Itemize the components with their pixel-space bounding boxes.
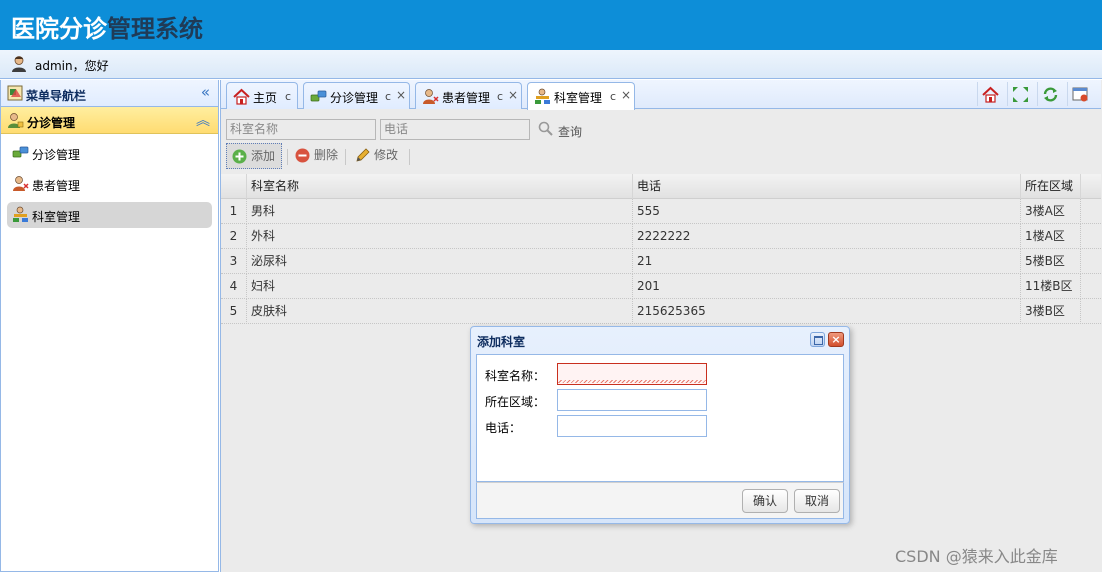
menu-icon	[7, 85, 23, 101]
link-icon	[310, 90, 327, 102]
refresh-icon[interactable]: c	[497, 90, 503, 103]
dialog-title: 添加科室	[477, 335, 526, 349]
delete-button[interactable]: 删除	[290, 143, 342, 169]
tab-bar: 主页 c 分诊管理 c × 患者管理 c × 科室管理 c ×	[221, 80, 1101, 110]
close-icon[interactable]: ×	[621, 88, 631, 102]
sidebar-title: 菜单导航栏	[26, 89, 87, 103]
tab-tools	[977, 82, 1097, 108]
refresh-icon	[1043, 87, 1058, 102]
search-icon	[538, 121, 553, 136]
grid-toolbar: 添加 删除 修改	[226, 143, 1101, 171]
refresh-tool-button[interactable]	[1037, 82, 1061, 106]
cancel-button[interactable]: 取消	[794, 489, 840, 513]
close-icon[interactable]: ×	[396, 88, 406, 102]
fullscreen-tool-button[interactable]	[1007, 82, 1031, 106]
table-row[interactable]: 4 妇科 201 11楼B区	[221, 274, 1101, 299]
user-greeting: admin，您好	[35, 59, 109, 73]
app-title: 医院分诊管理系统	[11, 15, 203, 43]
user-bar: admin，您好	[0, 50, 1102, 79]
user-icon	[12, 56, 26, 72]
department-icon	[535, 88, 550, 104]
delete-icon	[295, 148, 310, 163]
tab-departments[interactable]: 科室管理 c ×	[527, 82, 635, 110]
refresh-icon[interactable]: c	[285, 90, 291, 103]
pencil-icon	[356, 148, 370, 162]
sidebar: 菜单导航栏 « 分诊管理 ︽ 分诊管理 患者管理 科室管理	[0, 80, 219, 572]
tab-patients[interactable]: 患者管理 c ×	[415, 82, 522, 109]
maximize-icon[interactable]	[810, 332, 825, 347]
table-row[interactable]: 1 男科 555 3楼A区	[221, 199, 1101, 224]
field-label: 所在区域：	[485, 395, 546, 409]
app-header: 医院分诊管理系统	[0, 0, 1102, 50]
tab-triage[interactable]: 分诊管理 c ×	[303, 82, 410, 109]
close-icon[interactable]: ×	[508, 88, 518, 102]
settings-tool-button[interactable]	[1067, 82, 1091, 106]
sidebar-header: 菜单导航栏 «	[1, 80, 218, 107]
sidebar-item-patients[interactable]: 患者管理	[7, 171, 212, 197]
window-settings-icon	[1072, 87, 1088, 102]
column-header-name[interactable]: 科室名称	[247, 174, 633, 199]
watermark: CSDN @猿来入此金库	[895, 547, 1058, 566]
sidebar-item-departments[interactable]: 科室管理	[7, 202, 212, 228]
column-header-area[interactable]: 所在区域	[1021, 174, 1081, 199]
confirm-button[interactable]: 确认	[742, 489, 788, 513]
nav-group-label: 分诊管理	[27, 116, 76, 130]
nav-list: 分诊管理 患者管理 科室管理	[1, 134, 218, 239]
home-icon	[233, 88, 250, 105]
refresh-icon[interactable]: c	[385, 90, 391, 103]
nav-group-triage[interactable]: 分诊管理 ︽	[1, 107, 218, 134]
table-row[interactable]: 5 皮肤科 215625365 3楼B区	[221, 299, 1101, 324]
collapse-left-icon[interactable]: «	[201, 83, 210, 101]
department-grid: 科室名称 电话 所在区域 1 男科 555 3楼A区 2 外科 2222222 …	[221, 174, 1101, 324]
tab-home[interactable]: 主页 c	[226, 82, 298, 109]
add-icon	[232, 149, 247, 164]
edit-button[interactable]: 修改	[350, 143, 406, 169]
table-row[interactable]: 3 泌尿科 21 5楼B区	[221, 249, 1101, 274]
sidebar-item-label: 科室管理	[32, 210, 81, 224]
patient-icon	[13, 176, 29, 191]
sidebar-item-triage[interactable]: 分诊管理	[7, 140, 212, 166]
link-icon	[12, 146, 29, 158]
phone-search-input[interactable]: 电话	[380, 119, 530, 140]
add-department-dialog: 添加科室 × 科室名称： 所在区域： 电话： 确认 取消	[470, 326, 850, 524]
dialog-footer: 确认 取消	[476, 482, 844, 519]
refresh-icon[interactable]: c	[610, 90, 616, 103]
field-label: 科室名称：	[485, 369, 546, 383]
close-icon[interactable]: ×	[828, 332, 844, 347]
department-icon	[13, 206, 28, 222]
dialog-form: 科室名称： 所在区域： 电话：	[476, 354, 844, 482]
home-icon	[982, 86, 999, 103]
department-name-search-input[interactable]: 科室名称	[226, 119, 376, 140]
phone-field[interactable]	[557, 415, 707, 437]
sidebar-item-label: 患者管理	[32, 179, 81, 193]
grid-header-row: 科室名称 电话 所在区域	[221, 174, 1101, 199]
home-tool-button[interactable]	[977, 82, 1001, 106]
chevron-up-icon[interactable]: ︽	[196, 110, 210, 130]
add-button[interactable]: 添加	[226, 143, 282, 169]
column-header-phone[interactable]: 电话	[633, 174, 1021, 199]
sidebar-item-label: 分诊管理	[32, 148, 81, 162]
department-name-field[interactable]	[557, 363, 707, 385]
fullscreen-icon	[1013, 87, 1028, 102]
group-user-icon	[8, 113, 24, 128]
patient-icon	[423, 89, 439, 104]
field-label: 电话：	[485, 421, 522, 435]
area-field[interactable]	[557, 389, 707, 411]
table-row[interactable]: 2 外科 2222222 1楼A区	[221, 224, 1101, 249]
